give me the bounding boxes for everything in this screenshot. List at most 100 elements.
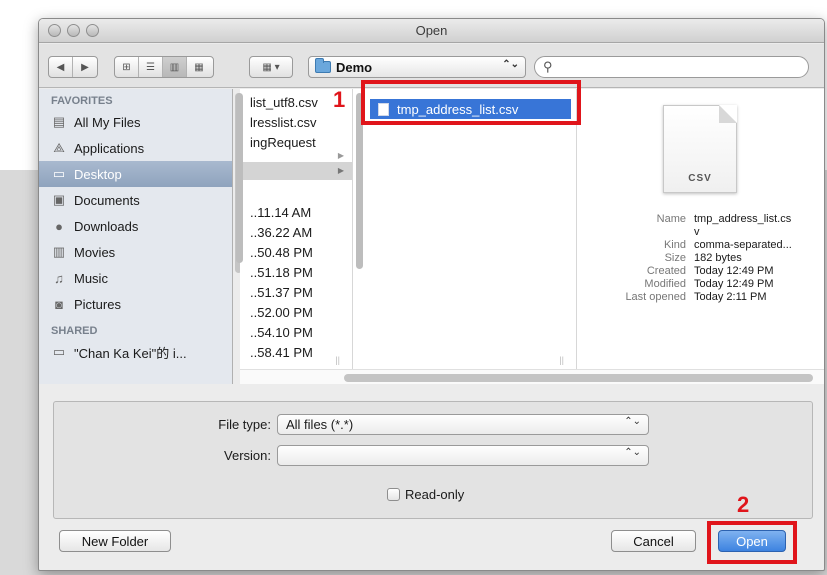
list-item[interactable]: ..54.10 PM bbox=[240, 323, 352, 343]
readonly-label: Read-only bbox=[405, 487, 465, 502]
file-type-value: All files (*.*) bbox=[286, 417, 354, 432]
file-type-row: File type: All files (*.*) ⌃⌄ bbox=[189, 414, 649, 435]
list-item[interactable]: ..52.00 PM bbox=[240, 303, 352, 323]
sidebar-item-label: Pictures bbox=[74, 296, 121, 312]
updown-arrows-icon: ⌃⌄ bbox=[624, 447, 641, 458]
annotation-number-2: 2 bbox=[737, 492, 750, 517]
file-browser: list_utf8.csv lresslist.csv ingRequest ▶… bbox=[236, 89, 824, 384]
readonly-checkbox[interactable] bbox=[387, 488, 400, 501]
chevron-right-icon: ▶ bbox=[81, 61, 89, 73]
chevron-right-icon: ▶ bbox=[337, 151, 344, 160]
sidebar-item-desktop[interactable]: ▭ Desktop bbox=[39, 161, 232, 187]
movies-icon: ▥ bbox=[52, 244, 66, 259]
search-icon: ⚲ bbox=[543, 59, 553, 74]
readonly-row[interactable]: Read-only bbox=[387, 487, 464, 502]
list-item[interactable]: lresslist.csv bbox=[240, 113, 352, 133]
horizontal-scroll-thumb[interactable] bbox=[344, 374, 813, 382]
list-item[interactable]: ..36.22 AM bbox=[240, 223, 352, 243]
list-item-selected-folder[interactable]: ▶ bbox=[240, 162, 352, 180]
options-panel: File type: All files (*.*) ⌃⌄ Version: ⌃… bbox=[53, 401, 813, 519]
sidebar-item-documents[interactable]: ▣ Documents bbox=[39, 187, 232, 213]
list-item[interactable]: ..51.37 PM bbox=[240, 283, 352, 303]
file-type-popup[interactable]: All files (*.*) ⌃⌄ bbox=[277, 414, 649, 435]
horizontal-scrollbar[interactable] bbox=[240, 369, 824, 384]
list-view-icon: ☰ bbox=[146, 61, 155, 73]
csv-file-icon: CSV bbox=[663, 105, 737, 193]
column-resize-handle[interactable]: || bbox=[559, 355, 564, 365]
info-row-last-opened: Last opened Today 2:11 PM bbox=[625, 291, 767, 303]
desktop-icon: ▭ bbox=[52, 166, 66, 181]
sidebar-item-pictures[interactable]: ◙ Pictures bbox=[39, 291, 232, 317]
shared-header: SHARED bbox=[51, 325, 98, 337]
coverflow-icon: ▦ bbox=[194, 61, 204, 73]
arrange-menu-button[interactable]: ▦ ▾ bbox=[249, 56, 293, 78]
info-row-created: Created Today 12:49 PM bbox=[646, 265, 774, 277]
favorites-header: FAVORITES bbox=[51, 95, 113, 107]
applications-icon: ⟁ bbox=[53, 140, 65, 155]
sidebar-item-downloads[interactable]: ● Downloads bbox=[39, 213, 232, 239]
list-item[interactable]: ..50.48 PM bbox=[240, 243, 352, 263]
downloads-icon: ● bbox=[55, 218, 63, 234]
updown-arrows-icon: ⌃⌄ bbox=[624, 416, 641, 427]
annotation-number-1: 1 bbox=[333, 87, 346, 112]
list-item[interactable]: ..11.14 AM bbox=[240, 203, 352, 223]
file-info: Name tmp_address_list.cs v Kind comma-se… bbox=[598, 213, 816, 304]
sidebar-item-label: Downloads bbox=[74, 218, 139, 234]
chevron-left-icon: ◀ bbox=[56, 61, 65, 73]
sidebar-item-applications[interactable]: ⟁ Applications bbox=[39, 135, 232, 161]
column-resize-handle[interactable]: || bbox=[335, 355, 340, 365]
view-mode-control: ⊞ ☰ ▥ ▦ bbox=[114, 56, 214, 78]
column-view-button[interactable]: ▥ bbox=[163, 57, 187, 77]
sidebar-item-music[interactable]: ♫ Music bbox=[39, 265, 232, 291]
window-title: Open bbox=[415, 23, 448, 38]
version-popup[interactable]: ⌃⌄ bbox=[277, 445, 649, 466]
columns-icon: ▥ bbox=[169, 61, 180, 73]
list-view-button[interactable]: ☰ bbox=[139, 57, 163, 77]
info-row-modified: Modified Today 12:49 PM bbox=[644, 278, 774, 290]
back-button[interactable]: ◀ bbox=[49, 57, 73, 77]
annotation-box-step-1 bbox=[361, 80, 581, 125]
sidebar-item-label: "Chan Ka Kei"的 i... bbox=[74, 345, 187, 361]
arrange-icon: ▦ ▾ bbox=[262, 61, 280, 73]
sidebar-item-shared-computer[interactable]: ▭ "Chan Ka Kei"的 i... bbox=[39, 339, 232, 365]
sidebar-item-label: Documents bbox=[74, 192, 140, 208]
sidebar-item-all-my-files[interactable]: ▤ All My Files bbox=[39, 109, 232, 135]
list-item[interactable]: ingRequest bbox=[240, 133, 352, 153]
column-scrollbar[interactable] bbox=[236, 93, 243, 263]
sidebar-item-label: All My Files bbox=[74, 114, 141, 130]
info-row-size: Size 182 bytes bbox=[664, 252, 742, 264]
coverflow-view-button[interactable]: ▦ bbox=[187, 57, 211, 77]
sidebar-item-label: Applications bbox=[74, 140, 145, 156]
csv-icon-label: CSV bbox=[688, 173, 712, 184]
folder-icon bbox=[315, 58, 331, 73]
sidebar-item-label: Music bbox=[74, 270, 108, 286]
location-label: Demo bbox=[336, 59, 373, 75]
back-forward-control: ◀ ▶ bbox=[48, 56, 98, 78]
version-row: Version: ⌃⌄ bbox=[189, 445, 649, 466]
documents-icon: ▣ bbox=[52, 192, 66, 207]
forward-button[interactable]: ▶ bbox=[73, 57, 97, 77]
cancel-button[interactable]: Cancel bbox=[611, 530, 696, 552]
updown-arrows-icon: ⌃⌄ bbox=[502, 59, 519, 70]
search-field[interactable]: ⚲ bbox=[534, 56, 809, 78]
sidebar: FAVORITES ▤ All My Files ⟁ Applications … bbox=[39, 89, 242, 384]
info-row-kind: Kind comma-separated... bbox=[663, 239, 792, 251]
column-demo: tmp_address_list.csv || bbox=[362, 89, 577, 369]
sidebar-item-label: Desktop bbox=[74, 166, 122, 182]
info-row-name-cont: v bbox=[694, 226, 700, 238]
icon-grid-icon: ⊞ bbox=[122, 61, 131, 73]
sidebar-item-movies[interactable]: ▥ Movies bbox=[39, 239, 232, 265]
pictures-icon: ◙ bbox=[55, 296, 63, 312]
music-icon: ♫ bbox=[54, 270, 64, 286]
sidebar-item-label: Movies bbox=[74, 244, 116, 260]
icon-view-button[interactable]: ⊞ bbox=[115, 57, 139, 77]
chevron-right-icon: ▶ bbox=[337, 166, 344, 175]
version-label: Version: bbox=[224, 448, 271, 463]
title-bar: Open bbox=[39, 19, 824, 43]
location-popup[interactable]: Demo ⌃⌄ bbox=[308, 56, 526, 78]
preview-pane: CSV Name tmp_address_list.cs v Kind comm… bbox=[586, 89, 824, 369]
new-folder-button[interactable]: New Folder bbox=[59, 530, 171, 552]
info-row-name: Name tmp_address_list.cs bbox=[656, 213, 792, 225]
list-item[interactable]: ..51.18 PM bbox=[240, 263, 352, 283]
file-type-label: File type: bbox=[218, 417, 271, 432]
